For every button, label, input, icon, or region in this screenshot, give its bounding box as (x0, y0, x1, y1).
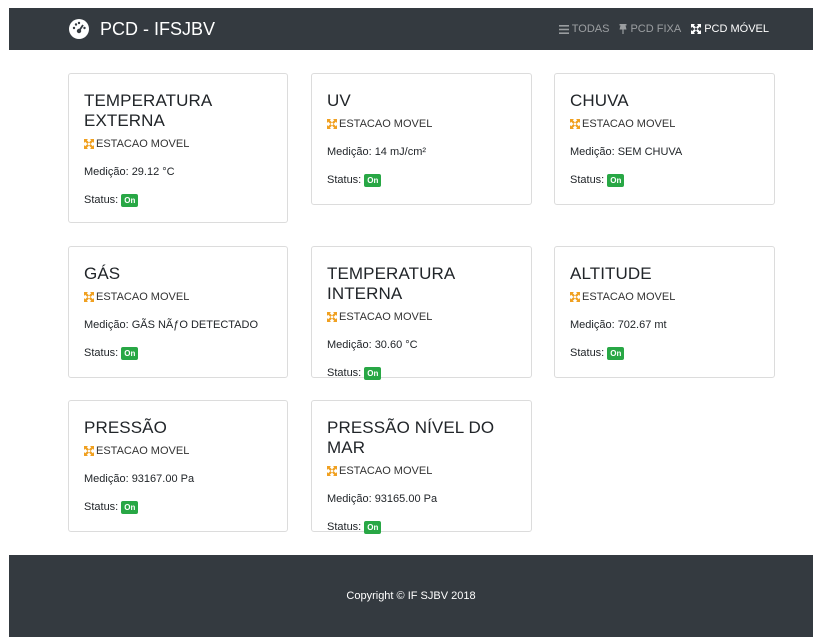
card-station-label: ESTACAO MOVEL (339, 311, 433, 323)
card-station: ESTACAO MOVEL (84, 136, 272, 152)
sensor-card: PRESSÃO ESTACAO MOVEL Medição: 93167.00 … (68, 400, 288, 532)
sensor-card: UV ESTACAO MOVEL Medição: 14 mJ/cm² Stat… (311, 73, 532, 205)
card-station-label: ESTACAO MOVEL (96, 138, 190, 150)
status-badge: On (364, 366, 382, 380)
card-status-label: Status: (84, 501, 119, 513)
sensor-card: TEMPERATURA EXTERNA ESTACAO MOVEL Mediçã… (68, 73, 288, 223)
card-station: ESTACAO MOVEL (570, 289, 759, 305)
card-measure: Medição: 14 mJ/cm² (327, 146, 427, 158)
footer: Copyright © IF SJBV 2018 (9, 555, 813, 637)
status-badge: On (607, 173, 625, 187)
nav-pcd-fixa-label: PCD FIXA (630, 23, 682, 35)
nav-todas-label: TODAS (571, 23, 610, 35)
card-status-label: Status: (84, 347, 119, 359)
nav-links: TODAS PCD FIXA PCD MÓVEL (558, 8, 769, 50)
card-title: UV (327, 91, 351, 110)
station-arrows-icon (327, 466, 337, 476)
list-icon (558, 24, 569, 34)
station-arrows-icon (570, 119, 580, 129)
sensor-card: TEMPERATURA INTERNA ESTACAO MOVEL Mediçã… (311, 246, 532, 381)
card-title: TEMPERATURA EXTERNA (84, 91, 212, 130)
card-status-label: Status: (327, 367, 362, 379)
station-arrows-icon (327, 312, 337, 322)
card-status: Status: On (570, 345, 759, 361)
card-status: Status: On (570, 172, 759, 188)
card-measure: Medição: SEM CHUVA (570, 146, 683, 158)
arrows-icon (691, 24, 702, 34)
sensor-card: ALTITUDE ESTACAO MOVEL Medição: 702.67 m… (554, 246, 775, 378)
dashboard-gauge-icon (69, 19, 89, 39)
card-title: PRESSÃO (84, 418, 167, 437)
card-station-label: ESTACAO MOVEL (582, 291, 676, 303)
card-station: ESTACAO MOVEL (84, 443, 272, 459)
card-station: ESTACAO MOVEL (570, 116, 759, 132)
page: PCD - IFSJBV TODAS PCD FIXA PCD MÓVEL TE… (0, 0, 821, 637)
nav-pcd-fixa[interactable]: PCD FIXA (619, 23, 681, 35)
status-badge: On (607, 346, 625, 360)
card-measure: Medição: 702.67 mt (570, 319, 667, 331)
card-station-label: ESTACAO MOVEL (339, 118, 433, 130)
card-title: PRESSÃO NÍVEL DO MAR (327, 418, 495, 457)
card-title: ALTITUDE (570, 264, 652, 283)
station-arrows-icon (570, 292, 580, 302)
card-status-label: Status: (84, 194, 119, 206)
card-title: TEMPERATURA INTERNA (327, 264, 455, 303)
card-station-label: ESTACAO MOVEL (339, 465, 433, 477)
sensor-card: PRESSÃO NÍVEL DO MAR ESTACAO MOVEL Mediç… (311, 400, 532, 535)
card-status: Status: On (327, 519, 516, 535)
station-arrows-icon (84, 292, 94, 302)
card-status: Status: On (327, 172, 516, 188)
status-badge: On (121, 346, 139, 360)
card-station-label: ESTACAO MOVEL (96, 445, 190, 457)
status-badge: On (121, 500, 139, 514)
sensor-card: GÁS ESTACAO MOVEL Medição: GÃS NÃƒO DETE… (68, 246, 288, 378)
nav-pcd-movel-label: PCD MÓVEL (704, 23, 769, 35)
card-status-label: Status: (570, 174, 605, 186)
card-station: ESTACAO MOVEL (84, 289, 272, 305)
card-status-label: Status: (570, 347, 605, 359)
status-badge: On (364, 520, 382, 534)
card-station-label: ESTACAO MOVEL (582, 118, 676, 130)
pin-icon (619, 24, 627, 34)
card-status: Status: On (84, 499, 272, 515)
card-title: GÁS (84, 264, 121, 283)
status-badge: On (364, 173, 382, 187)
card-title: CHUVA (570, 91, 629, 110)
card-status: Status: On (84, 192, 272, 208)
card-measure: Medição: GÃS NÃƒO DETECTADO (84, 319, 259, 331)
card-status-label: Status: (327, 174, 362, 186)
nav-pcd-movel[interactable]: PCD MÓVEL (691, 23, 769, 35)
card-station: ESTACAO MOVEL (327, 116, 516, 132)
card-measure: Medição: 29.12 °C (84, 166, 175, 178)
card-status: Status: On (327, 365, 516, 381)
nav-todas[interactable]: TODAS (558, 23, 610, 35)
card-status-label: Status: (327, 521, 362, 533)
station-arrows-icon (327, 119, 337, 129)
card-status: Status: On (84, 345, 272, 361)
footer-copyright: Copyright © IF SJBV 2018 (346, 590, 476, 602)
card-station: ESTACAO MOVEL (327, 463, 516, 479)
card-measure: Medição: 93165.00 Pa (327, 493, 438, 505)
card-station: ESTACAO MOVEL (327, 309, 516, 325)
sensor-card: CHUVA ESTACAO MOVEL Medição: SEM CHUVA S… (554, 73, 775, 205)
card-measure: Medição: 30.60 °C (327, 339, 418, 351)
navbar: PCD - IFSJBV TODAS PCD FIXA PCD MÓVEL (9, 8, 813, 50)
station-arrows-icon (84, 446, 94, 456)
brand-title: PCD - IFSJBV (100, 18, 216, 39)
card-station-label: ESTACAO MOVEL (96, 291, 190, 303)
status-badge: On (121, 193, 139, 207)
card-measure: Medição: 93167.00 Pa (84, 473, 195, 485)
station-arrows-icon (84, 139, 94, 149)
brand-link[interactable]: PCD - IFSJBV (68, 8, 215, 50)
